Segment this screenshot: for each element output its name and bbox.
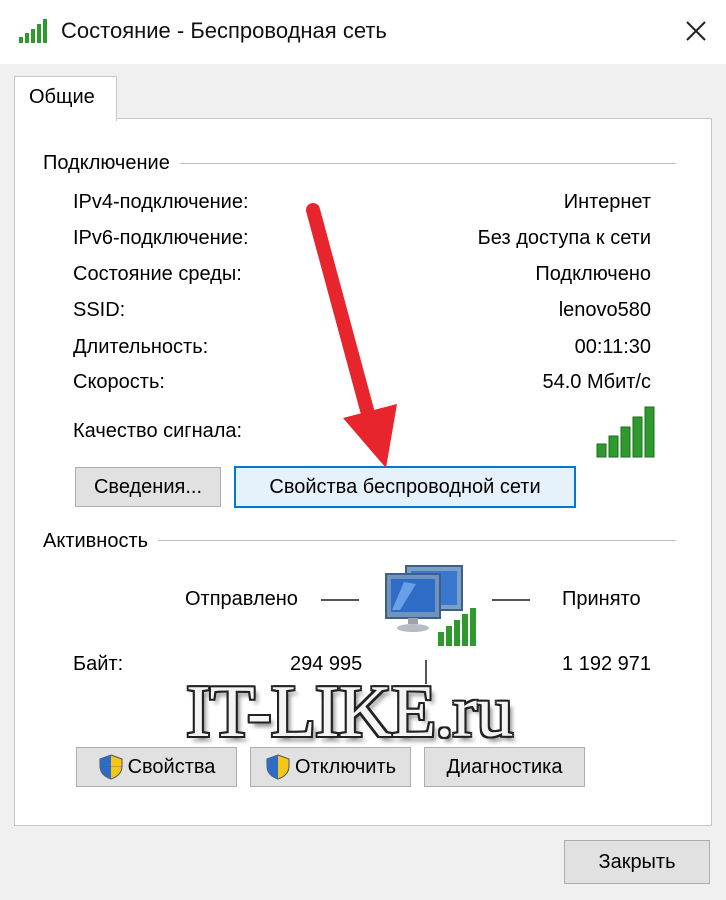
bytes-received-value: 1 192 971 [562, 653, 651, 675]
signal-strength-icon [596, 406, 655, 458]
tab-general[interactable]: Общие [14, 76, 117, 121]
uac-shield-icon [99, 754, 123, 780]
title-bar: Состояние - Беспроводная сеть [0, 0, 726, 64]
window-title: Состояние - Беспроводная сеть [61, 18, 387, 43]
ipv4-value: Интернет [563, 191, 651, 213]
close-icon [686, 21, 706, 41]
watermark: IT-LIKE.ru [186, 671, 513, 753]
properties-button-label: Свойства [127, 755, 216, 778]
disable-button[interactable]: Отключить [250, 747, 411, 787]
activity-group-label: Активность [43, 528, 159, 554]
close-button[interactable]: Закрыть [564, 840, 710, 884]
ipv6-label: IPv6-подключение: [73, 227, 249, 249]
sent-connector [321, 599, 359, 601]
media-state-label: Состояние среды: [73, 263, 242, 285]
diagnostics-button[interactable]: Диагностика [424, 747, 585, 787]
uac-shield-icon [266, 754, 290, 780]
connection-group-label: Подключение [43, 150, 180, 176]
media-state-value: Подключено [535, 263, 651, 285]
speed-value: 54.0 Мбит/с [542, 371, 652, 393]
ipv4-label: IPv4-подключение: [73, 191, 249, 213]
ssid-value: lenovo580 [558, 299, 651, 321]
tab-general-label: Общие [29, 86, 95, 108]
bytes-label: Байт: [73, 653, 124, 675]
sent-label: Отправлено [185, 588, 298, 610]
close-window-button[interactable] [666, 0, 726, 62]
details-button[interactable]: Сведения... [75, 467, 221, 507]
speed-label: Скорость: [73, 371, 165, 393]
properties-button[interactable]: Свойства [76, 747, 237, 787]
ssid-label: SSID: [73, 299, 126, 321]
ipv6-value: Без доступа к сети [477, 227, 651, 249]
wifi-signal-icon [19, 19, 47, 43]
duration-label: Длительность: [73, 336, 209, 358]
received-label: Принято [562, 588, 641, 610]
received-connector [492, 599, 530, 601]
wireless-properties-button[interactable]: Свойства беспроводной сети [234, 466, 576, 508]
duration-value: 00:11:30 [574, 336, 651, 358]
signal-quality-label: Качество сигнала: [73, 420, 243, 442]
network-computers-icon [385, 565, 476, 646]
disable-button-label: Отключить [294, 755, 397, 778]
